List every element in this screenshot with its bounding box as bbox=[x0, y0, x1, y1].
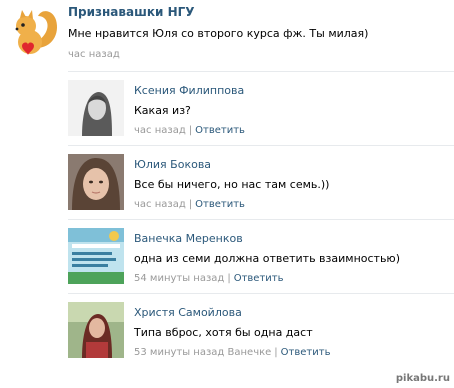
comment-time-link[interactable]: час назад bbox=[134, 125, 186, 136]
comment-text: Какая из? bbox=[134, 104, 191, 117]
post: Признавашки НГУ Мне нравится Юля со втор… bbox=[0, 0, 454, 70]
comment: Ванечка Меренков одна из семи должна отв… bbox=[68, 220, 454, 294]
separator: | bbox=[188, 125, 193, 136]
comment: Юлия Бокова Все бы ничего, но нас там се… bbox=[68, 146, 454, 220]
separator: | bbox=[274, 347, 278, 358]
post-text: Мне нравится Юля со второго курса фж. Ты… bbox=[68, 27, 369, 40]
comment-meta: час назад | Ответить bbox=[134, 199, 245, 210]
comment-meta: час назад | Ответить bbox=[134, 125, 245, 136]
comment-meta: 54 минуты назад | Ответить bbox=[134, 273, 284, 284]
comment-time-link[interactable]: 54 минуты назад bbox=[134, 273, 224, 284]
post-author-link[interactable]: Признавашки НГУ bbox=[68, 5, 195, 19]
post-time-link[interactable]: час назад bbox=[68, 49, 120, 60]
watermark: pikabu.ru bbox=[395, 373, 450, 384]
comment-time-link[interactable]: час назад bbox=[134, 199, 186, 210]
comment-author-link[interactable]: Юлия Бокова bbox=[134, 158, 211, 171]
squirrel-heart-icon[interactable] bbox=[6, 4, 62, 60]
comment: Христя Самойлова Типа вброс, хотя бы одн… bbox=[68, 294, 454, 368]
comment: Ксения Филиппова Какая из? час назад | Отв… bbox=[68, 72, 454, 146]
comment-text: Все бы ничего, но нас там семь.)) bbox=[134, 178, 330, 191]
avatar[interactable] bbox=[68, 80, 124, 136]
reply-button[interactable]: Ответить bbox=[195, 199, 245, 210]
comment-time-link[interactable]: 53 минуты назад bbox=[134, 347, 224, 358]
reply-button[interactable]: Ответить bbox=[234, 273, 284, 284]
comment-text: одна из семи должна ответить взаимностью… bbox=[134, 252, 400, 265]
comment-meta: 53 минуты назад Ванечке | Ответить bbox=[134, 347, 330, 358]
avatar[interactable] bbox=[68, 154, 124, 210]
comment-author-link[interactable]: Христя Самойлова bbox=[134, 306, 242, 319]
reply-button[interactable]: Ответить bbox=[281, 347, 331, 358]
separator: | bbox=[188, 199, 193, 210]
reply-to-link[interactable]: Ванечке bbox=[228, 347, 272, 358]
comment-text: Типа вброс, хотя бы одна даст bbox=[134, 326, 313, 339]
comment-author-link[interactable]: Ксения Филиппова bbox=[134, 84, 244, 97]
avatar[interactable] bbox=[68, 228, 124, 284]
comment-author-link[interactable]: Ванечка Меренков bbox=[134, 232, 243, 245]
separator: | bbox=[227, 273, 231, 284]
reply-button[interactable]: Ответить bbox=[195, 125, 245, 136]
avatar[interactable] bbox=[68, 302, 124, 358]
